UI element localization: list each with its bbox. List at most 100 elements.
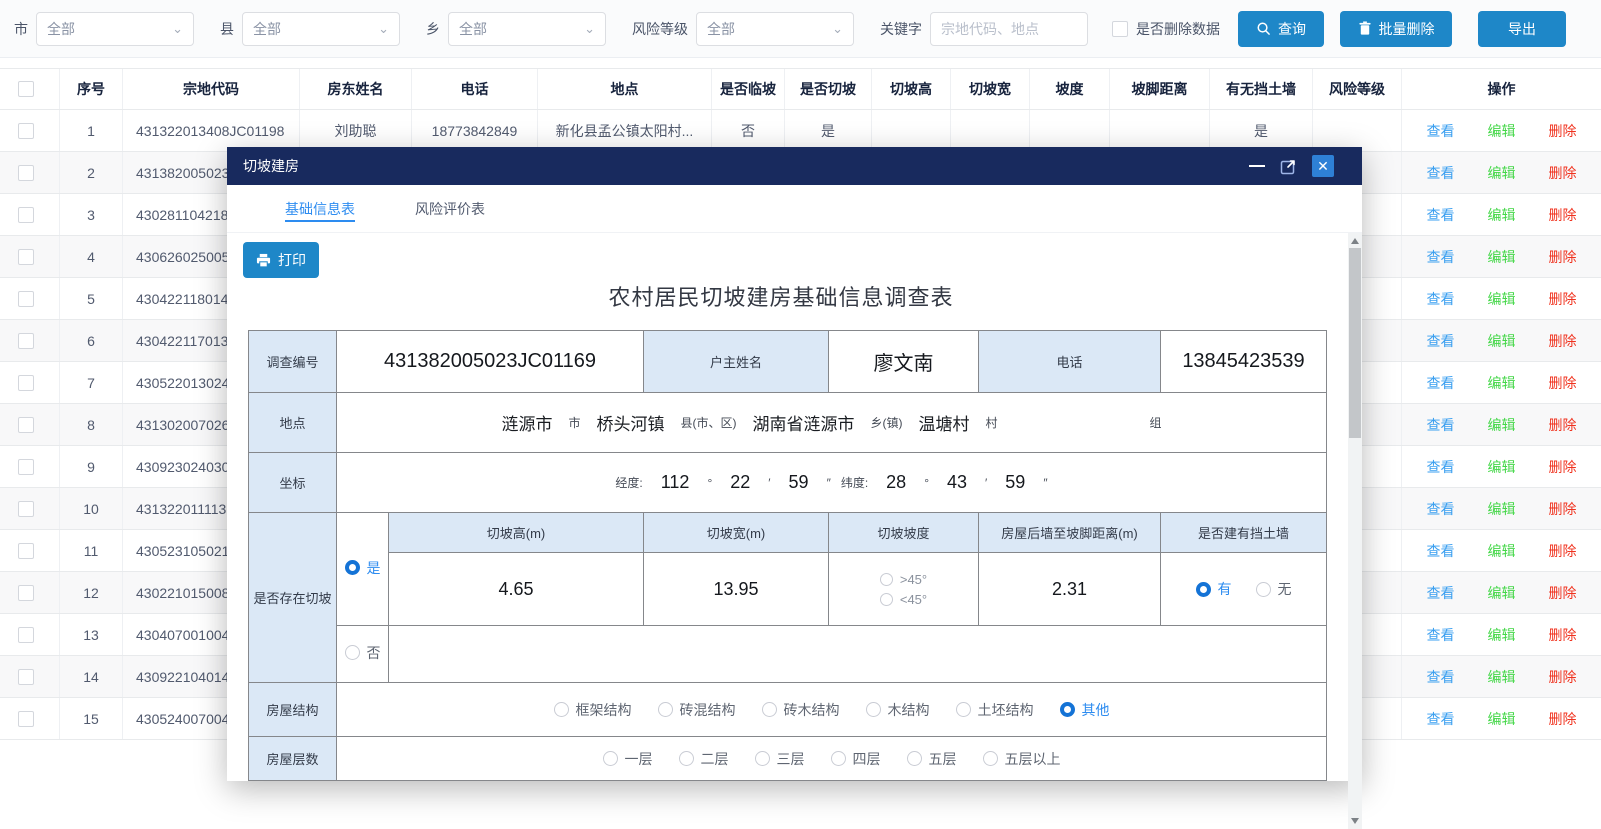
row-checkbox[interactable] — [18, 249, 34, 265]
delete-link[interactable]: 删除 — [1549, 373, 1577, 393]
maximize-icon[interactable] — [1280, 158, 1297, 175]
view-link[interactable]: 查看 — [1427, 121, 1455, 141]
filter-select-2[interactable]: 全部⌄ — [448, 12, 606, 46]
radio-option[interactable]: 否 — [345, 643, 381, 663]
edit-link[interactable]: 编辑 — [1488, 625, 1516, 645]
arrow-up-icon[interactable] — [1351, 238, 1359, 244]
tab-risk-eval[interactable]: 风险评价表 — [415, 185, 485, 232]
filter-select-1[interactable]: 全部⌄ — [242, 12, 400, 46]
query-button[interactable]: 查询 — [1238, 11, 1324, 47]
edit-link[interactable]: 编辑 — [1488, 583, 1516, 603]
edit-link[interactable]: 编辑 — [1488, 709, 1516, 729]
export-button[interactable]: 导出 — [1478, 11, 1566, 47]
edit-link[interactable]: 编辑 — [1488, 205, 1516, 225]
radio-option[interactable]: 无 — [1256, 579, 1292, 599]
delete-link[interactable]: 删除 — [1549, 205, 1577, 225]
delete-link[interactable]: 删除 — [1549, 289, 1577, 309]
view-link[interactable]: 查看 — [1427, 457, 1455, 477]
view-link[interactable]: 查看 — [1427, 583, 1455, 603]
row-checkbox[interactable] — [18, 123, 34, 139]
radio-option[interactable]: 其他 — [1060, 700, 1110, 720]
edit-link[interactable]: 编辑 — [1488, 163, 1516, 183]
row-checkbox[interactable] — [18, 375, 34, 391]
radio-option[interactable]: 三层 — [755, 749, 805, 769]
row-checkbox[interactable] — [18, 711, 34, 727]
row-checkbox[interactable] — [18, 543, 34, 559]
row-checkbox[interactable] — [18, 459, 34, 475]
radio-option[interactable]: >45° — [880, 572, 927, 587]
radio-option[interactable]: 四层 — [831, 749, 881, 769]
delete-link[interactable]: 删除 — [1549, 121, 1577, 141]
radio-option[interactable]: 土坯结构 — [956, 700, 1034, 720]
view-link[interactable]: 查看 — [1427, 709, 1455, 729]
row-checkbox[interactable] — [18, 333, 34, 349]
tab-basic-info[interactable]: 基础信息表 — [285, 185, 355, 232]
row-checkbox[interactable] — [18, 627, 34, 643]
delete-link[interactable]: 删除 — [1549, 247, 1577, 267]
delete-link[interactable]: 删除 — [1549, 331, 1577, 351]
view-link[interactable]: 查看 — [1427, 289, 1455, 309]
view-link[interactable]: 查看 — [1427, 541, 1455, 561]
minimize-icon[interactable] — [1249, 165, 1265, 167]
radio-option[interactable]: 二层 — [679, 749, 729, 769]
filter-select-3[interactable]: 全部⌄ — [696, 12, 854, 46]
view-link[interactable]: 查看 — [1427, 415, 1455, 435]
delete-filter-checkbox[interactable] — [1112, 21, 1128, 37]
edit-link[interactable]: 编辑 — [1488, 121, 1516, 141]
select-all-checkbox[interactable] — [18, 81, 34, 97]
row-checkbox[interactable] — [18, 417, 34, 433]
row-checkbox[interactable] — [18, 585, 34, 601]
radio-option[interactable]: 框架结构 — [554, 700, 632, 720]
row-checkbox[interactable] — [18, 501, 34, 517]
keyword-input[interactable] — [930, 12, 1088, 46]
view-link[interactable]: 查看 — [1427, 163, 1455, 183]
radio-option[interactable]: 木结构 — [866, 700, 930, 720]
view-link[interactable]: 查看 — [1427, 247, 1455, 267]
scrollbar-thumb[interactable] — [1349, 248, 1361, 438]
radio-option[interactable]: 砖木结构 — [762, 700, 840, 720]
edit-link[interactable]: 编辑 — [1488, 499, 1516, 519]
delete-link[interactable]: 删除 — [1549, 415, 1577, 435]
radio-option[interactable]: 有 — [1196, 579, 1232, 599]
delete-filter-checkbox-wrap[interactable]: 是否删除数据 — [1112, 19, 1220, 39]
radio-option[interactable]: 五层以上 — [983, 749, 1061, 769]
view-link[interactable]: 查看 — [1427, 205, 1455, 225]
edit-link[interactable]: 编辑 — [1488, 415, 1516, 435]
row-checkbox[interactable] — [18, 291, 34, 307]
print-button[interactable]: 打印 — [243, 242, 319, 278]
arrow-down-icon[interactable] — [1351, 818, 1359, 824]
batch-delete-button[interactable]: 批量删除 — [1340, 11, 1452, 47]
edit-link[interactable]: 编辑 — [1488, 289, 1516, 309]
view-link[interactable]: 查看 — [1427, 373, 1455, 393]
delete-link[interactable]: 删除 — [1549, 625, 1577, 645]
view-link[interactable]: 查看 — [1427, 667, 1455, 687]
delete-link[interactable]: 删除 — [1549, 583, 1577, 603]
edit-link[interactable]: 编辑 — [1488, 331, 1516, 351]
radio-option[interactable]: 五层 — [907, 749, 957, 769]
row-checkbox[interactable] — [18, 207, 34, 223]
edit-link[interactable]: 编辑 — [1488, 457, 1516, 477]
view-link[interactable]: 查看 — [1427, 625, 1455, 645]
delete-link[interactable]: 删除 — [1549, 667, 1577, 687]
edit-link[interactable]: 编辑 — [1488, 541, 1516, 561]
edit-link[interactable]: 编辑 — [1488, 667, 1516, 687]
edit-link[interactable]: 编辑 — [1488, 373, 1516, 393]
radio-option[interactable]: 一层 — [603, 749, 653, 769]
filter-select-0[interactable]: 全部⌄ — [36, 12, 194, 46]
delete-link[interactable]: 删除 — [1549, 457, 1577, 477]
view-link[interactable]: 查看 — [1427, 499, 1455, 519]
close-icon[interactable]: ✕ — [1312, 155, 1334, 177]
radio-option[interactable]: 是 — [345, 558, 381, 578]
row-checkbox[interactable] — [18, 165, 34, 181]
delete-link[interactable]: 删除 — [1549, 163, 1577, 183]
radio-option[interactable]: 砖混结构 — [658, 700, 736, 720]
row-checkbox[interactable] — [18, 669, 34, 685]
slope-width-value: 13.95 — [644, 553, 829, 626]
cell-phone: 18773842849 — [412, 110, 538, 151]
radio-option[interactable]: <45° — [880, 592, 927, 607]
edit-link[interactable]: 编辑 — [1488, 247, 1516, 267]
delete-link[interactable]: 删除 — [1549, 541, 1577, 561]
delete-link[interactable]: 删除 — [1549, 499, 1577, 519]
view-link[interactable]: 查看 — [1427, 331, 1455, 351]
delete-link[interactable]: 删除 — [1549, 709, 1577, 729]
